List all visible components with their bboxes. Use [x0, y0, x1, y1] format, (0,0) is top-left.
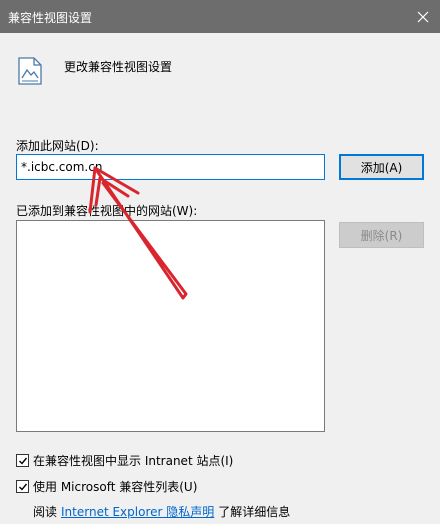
ms-list-checkbox[interactable]	[16, 480, 29, 493]
header-text: 更改兼容性视图设置	[64, 60, 173, 74]
ms-list-option-label: 使用 Microsoft 兼容性列表(U)	[33, 480, 198, 494]
close-icon	[417, 11, 429, 22]
privacy-link[interactable]: Internet Explorer 隐私声明	[61, 503, 214, 520]
footer: 阅读 Internet Explorer 隐私声明 了解详细信息	[33, 503, 290, 520]
remove-button[interactable]: 删除(R)	[339, 222, 424, 248]
sites-list-label: 已添加到兼容性视图中的网站(W):	[16, 204, 198, 218]
intranet-option[interactable]: 在兼容性视图中显示 Intranet 站点(I)	[16, 452, 233, 469]
ms-list-option[interactable]: 使用 Microsoft 兼容性列表(U)	[16, 478, 197, 495]
add-site-label: 添加此网站(D):	[16, 139, 99, 153]
add-button[interactable]: 添加(A)	[339, 154, 424, 180]
footer-prefix: 阅读	[33, 505, 58, 519]
page-settings-icon	[18, 57, 42, 85]
add-site-input[interactable]	[16, 154, 325, 180]
window-title: 兼容性视图设置	[8, 11, 93, 25]
checkmark-icon	[18, 457, 27, 465]
close-button[interactable]	[406, 0, 440, 33]
intranet-option-label: 在兼容性视图中显示 Intranet 站点(I)	[33, 454, 234, 468]
intranet-checkbox[interactable]	[16, 454, 29, 467]
title-bar: 兼容性视图设置	[0, 0, 440, 33]
checkmark-icon	[18, 483, 27, 491]
sites-list[interactable]	[16, 220, 325, 432]
footer-suffix: 了解详细信息	[218, 505, 291, 519]
